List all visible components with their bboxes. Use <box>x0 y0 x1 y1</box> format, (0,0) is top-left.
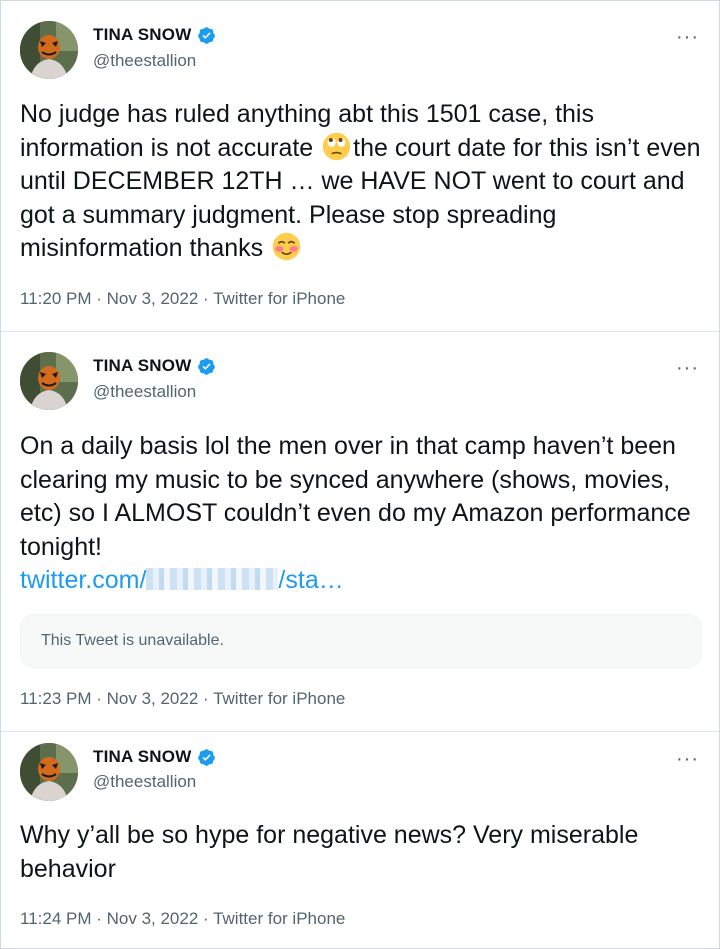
author-name-row: TINA SNOW <box>93 356 216 376</box>
avatar[interactable] <box>20 21 78 79</box>
author-handle[interactable]: @theestallion <box>93 51 196 71</box>
author-name[interactable]: TINA SNOW <box>93 25 191 45</box>
unavailable-label: This Tweet is unavailable. <box>41 632 224 649</box>
more-options-icon[interactable]: ··· <box>676 27 699 47</box>
link-prefix: twitter.com/ <box>20 566 147 594</box>
more-options-icon[interactable]: ··· <box>676 749 699 769</box>
author-handle[interactable]: @theestallion <box>93 772 196 792</box>
author-name-row: TINA SNOW <box>93 25 216 45</box>
more-options-icon[interactable]: ··· <box>676 358 699 378</box>
tweet-thread-screenshot: TINA SNOW @theestallion ··· No judge has… <box>0 0 720 949</box>
verified-badge-icon <box>198 357 216 375</box>
quoted-tweet-unavailable: This Tweet is unavailable. <box>20 614 702 668</box>
author-name[interactable]: TINA SNOW <box>93 356 191 376</box>
author-name-row: TINA SNOW <box>93 747 216 767</box>
avatar[interactable] <box>20 743 78 801</box>
tweet-timestamp[interactable]: 11:23 PM · Nov 3, 2022 · Twitter for iPh… <box>20 689 345 709</box>
tweet-timestamp[interactable]: 11:20 PM · Nov 3, 2022 · Twitter for iPh… <box>20 289 345 309</box>
tweet[interactable]: TINA SNOW @theestallion ··· On a daily b… <box>1 332 719 731</box>
tweet[interactable]: TINA SNOW @theestallion ··· Why y’all be… <box>1 732 719 949</box>
redacted-blur <box>146 568 279 590</box>
tweet[interactable]: TINA SNOW @theestallion ··· No judge has… <box>1 1 719 331</box>
eye-roll-emoji-icon <box>322 132 351 160</box>
tweet-text: On a daily basis lol the men over in tha… <box>20 430 710 598</box>
verified-badge-icon <box>198 26 216 44</box>
avatar[interactable] <box>20 352 78 410</box>
author-handle[interactable]: @theestallion <box>93 382 196 402</box>
tweet-text-body: On a daily basis lol the men over in tha… <box>20 432 691 561</box>
smiling-blush-emoji-icon <box>272 232 301 261</box>
link-suffix: /sta… <box>278 566 344 594</box>
tweet-text: Why y’all be so hype for negative news? … <box>20 821 639 883</box>
tweet-link[interactable]: twitter.com/ /sta… <box>20 566 344 594</box>
tweet-timestamp[interactable]: 11:24 PM · Nov 3, 2022 · Twitter for iPh… <box>20 909 345 929</box>
author-name[interactable]: TINA SNOW <box>93 747 191 767</box>
verified-badge-icon <box>198 748 216 766</box>
tweet-text: No judge has ruled anything abt this 150… <box>20 98 710 266</box>
